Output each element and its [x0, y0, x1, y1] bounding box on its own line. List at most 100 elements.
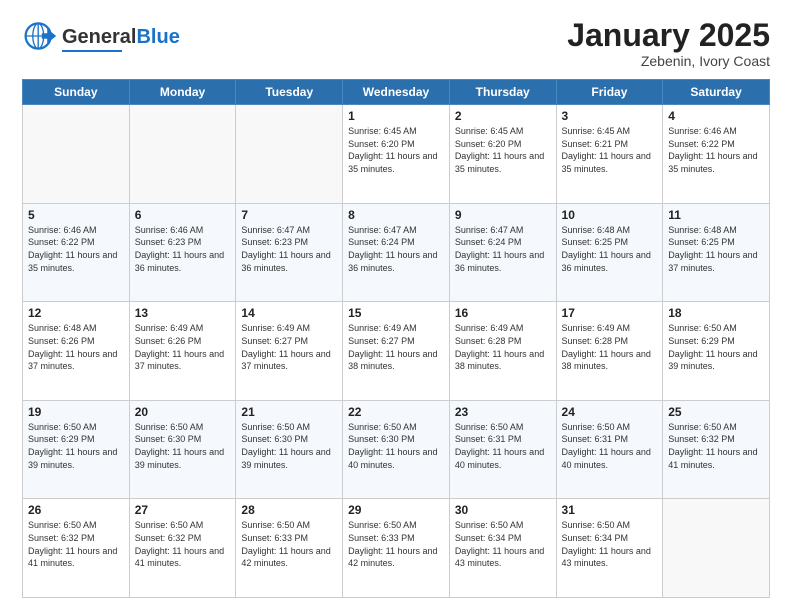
day-info: Sunrise: 6:50 AM Sunset: 6:30 PM Dayligh… — [135, 421, 231, 471]
calendar-cell: 7Sunrise: 6:47 AM Sunset: 6:23 PM Daylig… — [236, 203, 343, 302]
col-tuesday: Tuesday — [236, 80, 343, 105]
logo: GeneralBlue — [22, 18, 180, 59]
day-info: Sunrise: 6:50 AM Sunset: 6:33 PM Dayligh… — [348, 519, 444, 569]
day-number: 14 — [241, 306, 337, 320]
day-info: Sunrise: 6:47 AM Sunset: 6:24 PM Dayligh… — [348, 224, 444, 274]
day-number: 21 — [241, 405, 337, 419]
day-number: 19 — [28, 405, 124, 419]
day-info: Sunrise: 6:50 AM Sunset: 6:31 PM Dayligh… — [455, 421, 551, 471]
day-info: Sunrise: 6:46 AM Sunset: 6:22 PM Dayligh… — [28, 224, 124, 274]
day-number: 6 — [135, 208, 231, 222]
day-info: Sunrise: 6:49 AM Sunset: 6:28 PM Dayligh… — [562, 322, 658, 372]
logo-underline — [62, 50, 122, 52]
day-info: Sunrise: 6:50 AM Sunset: 6:34 PM Dayligh… — [562, 519, 658, 569]
calendar-cell: 15 Sunrise: 6:49 AM Sunset: 6:27 PM Dayli… — [343, 302, 450, 401]
day-number: 22 — [348, 405, 444, 419]
col-saturday: Saturday — [663, 80, 770, 105]
calendar-week-1: 1 Sunrise: 6:45 AM Sunset: 6:20 PM Daylig… — [23, 105, 770, 204]
calendar-cell — [663, 499, 770, 598]
calendar-cell: 16 Sunrise: 6:49 AM Sunset: 6:28 PM Dayli… — [449, 302, 556, 401]
calendar-cell: 14 Sunrise: 6:49 AM Sunset: 6:27 PM Dayli… — [236, 302, 343, 401]
day-number: 5 — [28, 208, 124, 222]
day-number: 23 — [455, 405, 551, 419]
day-number: 17 — [562, 306, 658, 320]
calendar-cell: 2 Sunrise: 6:45 AM Sunset: 6:20 PM Daylig… — [449, 105, 556, 204]
day-number: 28 — [241, 503, 337, 517]
day-number: 20 — [135, 405, 231, 419]
day-info: Sunrise: 6:45 AM Sunset: 6:20 PM Dayligh… — [455, 125, 551, 175]
day-number: 11 — [668, 208, 764, 222]
day-number: 26 — [28, 503, 124, 517]
day-info: Sunrise: 6:49 AM Sunset: 6:27 PM Dayligh… — [241, 322, 337, 372]
day-number: 3 — [562, 109, 658, 123]
logo-blue: Blue — [136, 26, 179, 48]
calendar-cell: 11Sunrise: 6:48 AM Sunset: 6:25 PM Dayli… — [663, 203, 770, 302]
day-info: Sunrise: 6:49 AM Sunset: 6:28 PM Dayligh… — [455, 322, 551, 372]
day-info: Sunrise: 6:50 AM Sunset: 6:34 PM Dayligh… — [455, 519, 551, 569]
calendar-cell — [129, 105, 236, 204]
calendar-cell: 30 Sunrise: 6:50 AM Sunset: 6:34 PM Dayli… — [449, 499, 556, 598]
calendar-week-3: 12Sunrise: 6:48 AM Sunset: 6:26 PM Dayli… — [23, 302, 770, 401]
calendar-cell: 13Sunrise: 6:49 AM Sunset: 6:26 PM Dayli… — [129, 302, 236, 401]
day-info: Sunrise: 6:50 AM Sunset: 6:31 PM Dayligh… — [562, 421, 658, 471]
day-info: Sunrise: 6:48 AM Sunset: 6:25 PM Dayligh… — [562, 224, 658, 274]
day-number: 16 — [455, 306, 551, 320]
calendar-cell: 9Sunrise: 6:47 AM Sunset: 6:24 PM Daylig… — [449, 203, 556, 302]
calendar-cell: 4 Sunrise: 6:46 AM Sunset: 6:22 PM Daylig… — [663, 105, 770, 204]
day-number: 2 — [455, 109, 551, 123]
day-info: Sunrise: 6:47 AM Sunset: 6:24 PM Dayligh… — [455, 224, 551, 274]
calendar-cell: 25Sunrise: 6:50 AM Sunset: 6:32 PM Dayli… — [663, 400, 770, 499]
calendar-cell: 10 Sunrise: 6:48 AM Sunset: 6:25 PM Dayli… — [556, 203, 663, 302]
day-info: Sunrise: 6:45 AM Sunset: 6:20 PM Dayligh… — [348, 125, 444, 175]
day-number: 8 — [348, 208, 444, 222]
col-thursday: Thursday — [449, 80, 556, 105]
logo-icon — [22, 18, 58, 59]
calendar-table: Sunday Monday Tuesday Wednesday Thursday… — [22, 79, 770, 598]
day-number: 15 — [348, 306, 444, 320]
day-info: Sunrise: 6:50 AM Sunset: 6:30 PM Dayligh… — [348, 421, 444, 471]
day-info: Sunrise: 6:49 AM Sunset: 6:27 PM Dayligh… — [348, 322, 444, 372]
day-number: 27 — [135, 503, 231, 517]
day-number: 7 — [241, 208, 337, 222]
calendar-cell: 5 Sunrise: 6:46 AM Sunset: 6:22 PM Daylig… — [23, 203, 130, 302]
day-info: Sunrise: 6:50 AM Sunset: 6:30 PM Dayligh… — [241, 421, 337, 471]
logo-general: General — [62, 26, 136, 48]
calendar-cell: 17 Sunrise: 6:49 AM Sunset: 6:28 PM Dayli… — [556, 302, 663, 401]
calendar-cell — [236, 105, 343, 204]
col-friday: Friday — [556, 80, 663, 105]
calendar-week-2: 5 Sunrise: 6:46 AM Sunset: 6:22 PM Daylig… — [23, 203, 770, 302]
day-info: Sunrise: 6:45 AM Sunset: 6:21 PM Dayligh… — [562, 125, 658, 175]
calendar-title: January 2025 — [567, 18, 770, 53]
day-number: 10 — [562, 208, 658, 222]
day-number: 1 — [348, 109, 444, 123]
day-number: 4 — [668, 109, 764, 123]
calendar-cell: 31Sunrise: 6:50 AM Sunset: 6:34 PM Dayli… — [556, 499, 663, 598]
day-number: 18 — [668, 306, 764, 320]
calendar-cell: 27Sunrise: 6:50 AM Sunset: 6:32 PM Dayli… — [129, 499, 236, 598]
calendar-cell: 20 Sunrise: 6:50 AM Sunset: 6:30 PM Dayli… — [129, 400, 236, 499]
calendar-cell: 29Sunrise: 6:50 AM Sunset: 6:33 PM Dayli… — [343, 499, 450, 598]
calendar-cell: 3 Sunrise: 6:45 AM Sunset: 6:21 PM Daylig… — [556, 105, 663, 204]
calendar-cell: 26 Sunrise: 6:50 AM Sunset: 6:32 PM Dayli… — [23, 499, 130, 598]
logo-text-block: GeneralBlue — [62, 26, 180, 52]
calendar-cell: 19Sunrise: 6:50 AM Sunset: 6:29 PM Dayli… — [23, 400, 130, 499]
day-number: 25 — [668, 405, 764, 419]
calendar-cell: 22 Sunrise: 6:50 AM Sunset: 6:30 PM Dayli… — [343, 400, 450, 499]
day-number: 30 — [455, 503, 551, 517]
day-info: Sunrise: 6:50 AM Sunset: 6:32 PM Dayligh… — [28, 519, 124, 569]
calendar-subtitle: Zebenin, Ivory Coast — [567, 53, 770, 69]
day-info: Sunrise: 6:46 AM Sunset: 6:23 PM Dayligh… — [135, 224, 231, 274]
day-info: Sunrise: 6:46 AM Sunset: 6:22 PM Dayligh… — [668, 125, 764, 175]
day-info: Sunrise: 6:50 AM Sunset: 6:29 PM Dayligh… — [668, 322, 764, 372]
day-info: Sunrise: 6:49 AM Sunset: 6:26 PM Dayligh… — [135, 322, 231, 372]
header: GeneralBlue January 2025 Zebenin, Ivory … — [22, 18, 770, 69]
calendar-cell: 8 Sunrise: 6:47 AM Sunset: 6:24 PM Daylig… — [343, 203, 450, 302]
calendar-cell: 28Sunrise: 6:50 AM Sunset: 6:33 PM Dayli… — [236, 499, 343, 598]
calendar-cell — [23, 105, 130, 204]
calendar-cell: 12Sunrise: 6:48 AM Sunset: 6:26 PM Dayli… — [23, 302, 130, 401]
calendar-cell: 24 Sunrise: 6:50 AM Sunset: 6:31 PM Dayli… — [556, 400, 663, 499]
calendar-cell: 21 Sunrise: 6:50 AM Sunset: 6:30 PM Dayli… — [236, 400, 343, 499]
day-number: 24 — [562, 405, 658, 419]
col-sunday: Sunday — [23, 80, 130, 105]
col-monday: Monday — [129, 80, 236, 105]
